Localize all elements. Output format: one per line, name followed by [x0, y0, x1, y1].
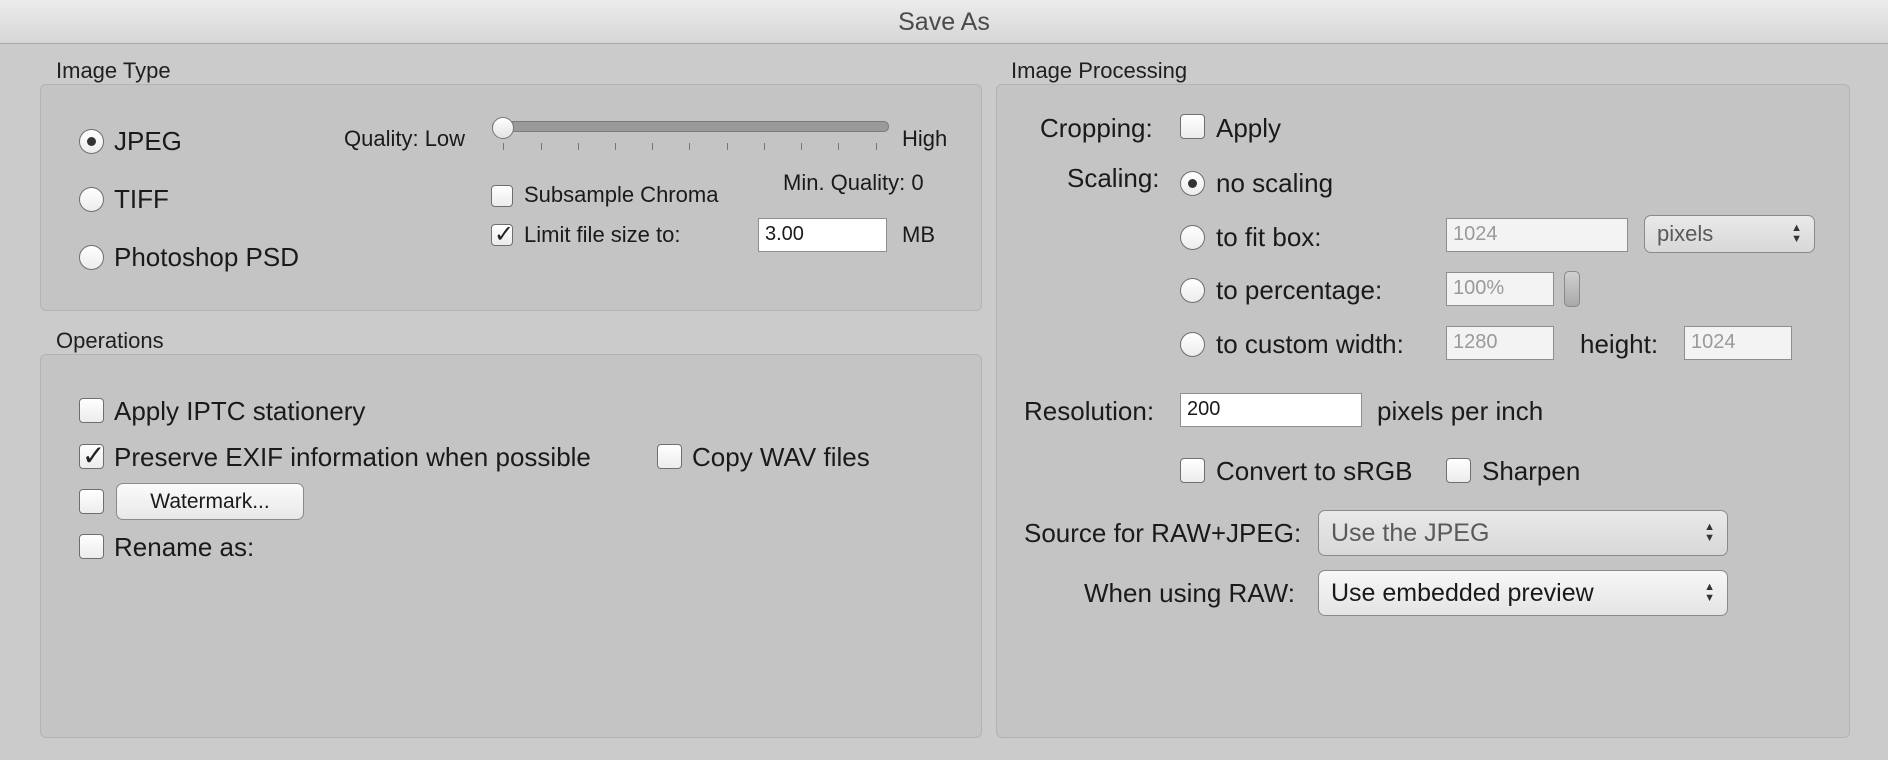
- custom-height-label: height:: [1580, 329, 1659, 359]
- jpeg-radio[interactable]: [79, 129, 104, 154]
- sharpen-checkbox[interactable]: [1446, 458, 1471, 483]
- tiff-label[interactable]: TIFF: [114, 184, 169, 215]
- psd-label[interactable]: Photoshop PSD: [114, 242, 299, 273]
- source-raw-jpeg-label: Source for RAW+JPEG:: [1024, 518, 1302, 548]
- custom-size-radio[interactable]: [1180, 332, 1205, 357]
- subsample-chroma-label[interactable]: Subsample Chroma: [524, 182, 718, 208]
- quality-tick: [652, 143, 653, 150]
- fit-box-input[interactable]: 1024: [1446, 218, 1628, 252]
- convert-srgb-label[interactable]: Convert to sRGB: [1216, 456, 1413, 487]
- quality-tick: [503, 143, 504, 150]
- popup-arrows-icon: ▲ ▼: [1704, 581, 1715, 604]
- min-quality-label: Min. Quality: 0: [783, 170, 924, 195]
- when-using-raw-value: Use embedded preview: [1331, 579, 1594, 607]
- copy-wav-label[interactable]: Copy WAV files: [692, 442, 870, 473]
- no-scaling-label[interactable]: no scaling: [1216, 168, 1333, 199]
- resolution-unit: pixels per inch: [1377, 396, 1544, 426]
- subsample-chroma-checkbox[interactable]: [491, 185, 513, 207]
- cropping-apply-checkbox[interactable]: [1180, 114, 1205, 139]
- popup-arrows-icon: ▲ ▼: [1791, 222, 1802, 245]
- image-processing-group-label: Image Processing: [1011, 58, 1188, 83]
- watermark-checkbox[interactable]: [79, 489, 104, 514]
- quality-tick: [689, 143, 690, 150]
- quality-slider-track[interactable]: [492, 121, 889, 132]
- popup-arrows-icon: ▲ ▼: [1704, 521, 1715, 544]
- tiff-radio[interactable]: [79, 187, 104, 212]
- resolution-input[interactable]: 200: [1180, 393, 1362, 427]
- quality-tick: [838, 143, 839, 150]
- rename-label[interactable]: Rename as:: [114, 532, 254, 563]
- no-scaling-radio[interactable]: [1180, 171, 1205, 196]
- image-type-group-label: Image Type: [56, 58, 171, 83]
- when-using-raw-label: When using RAW:: [1084, 578, 1295, 608]
- fit-box-unit-value: pixels: [1657, 221, 1714, 246]
- quality-tick: [615, 143, 616, 150]
- scaling-label: Scaling:: [1067, 163, 1160, 193]
- custom-width-label[interactable]: to custom width:: [1216, 329, 1404, 360]
- quality-tick: [764, 143, 765, 150]
- fit-box-label[interactable]: to fit box:: [1216, 222, 1322, 253]
- quality-tick: [801, 143, 802, 150]
- when-using-raw-popup[interactable]: Use embedded preview ▲ ▼: [1318, 570, 1728, 616]
- resolution-label: Resolution:: [1024, 396, 1155, 426]
- convert-srgb-checkbox[interactable]: [1180, 458, 1205, 483]
- limit-file-size-checkbox[interactable]: [491, 220, 514, 248]
- quality-tick: [876, 143, 877, 150]
- psd-radio[interactable]: [79, 245, 104, 270]
- apply-iptc-label[interactable]: Apply IPTC stationery: [114, 396, 365, 427]
- apply-iptc-checkbox[interactable]: [79, 398, 104, 423]
- preserve-exif-label[interactable]: Preserve EXIF information when possible: [114, 442, 591, 473]
- percentage-radio[interactable]: [1180, 278, 1205, 303]
- fit-box-radio[interactable]: [1180, 225, 1205, 250]
- window-title: Save As: [0, 0, 1888, 44]
- sharpen-label[interactable]: Sharpen: [1482, 456, 1580, 487]
- quality-slider-thumb[interactable]: [492, 117, 514, 139]
- quality-tick: [727, 143, 728, 150]
- custom-width-input[interactable]: 1280: [1446, 326, 1554, 360]
- fit-box-unit-popup[interactable]: pixels ▲ ▼: [1644, 215, 1815, 253]
- cropping-apply-label[interactable]: Apply: [1216, 113, 1281, 144]
- watermark-button[interactable]: Watermark...: [116, 483, 304, 520]
- quality-label: Quality: Low: [344, 126, 466, 151]
- cropping-label: Cropping:: [1040, 113, 1153, 143]
- source-raw-jpeg-value: Use the JPEG: [1331, 519, 1490, 547]
- percentage-input[interactable]: 100%: [1446, 272, 1554, 306]
- percentage-stepper[interactable]: [1564, 271, 1580, 307]
- source-raw-jpeg-popup[interactable]: Use the JPEG ▲ ▼: [1318, 510, 1728, 556]
- limit-file-size-input[interactable]: 3.00: [758, 218, 887, 252]
- quality-tick: [578, 143, 579, 150]
- quality-high-label: High: [902, 126, 948, 151]
- preserve-exif-checkbox[interactable]: [79, 439, 105, 472]
- rename-checkbox[interactable]: [79, 534, 104, 559]
- limit-file-size-label[interactable]: Limit file size to:: [524, 222, 681, 248]
- custom-height-input[interactable]: 1024: [1684, 326, 1792, 360]
- jpeg-label[interactable]: JPEG: [114, 126, 182, 157]
- copy-wav-checkbox[interactable]: [657, 444, 682, 469]
- operations-group-label: Operations: [56, 328, 164, 353]
- percentage-label[interactable]: to percentage:: [1216, 275, 1382, 306]
- quality-tick: [541, 143, 542, 150]
- limit-file-size-unit: MB: [902, 222, 935, 247]
